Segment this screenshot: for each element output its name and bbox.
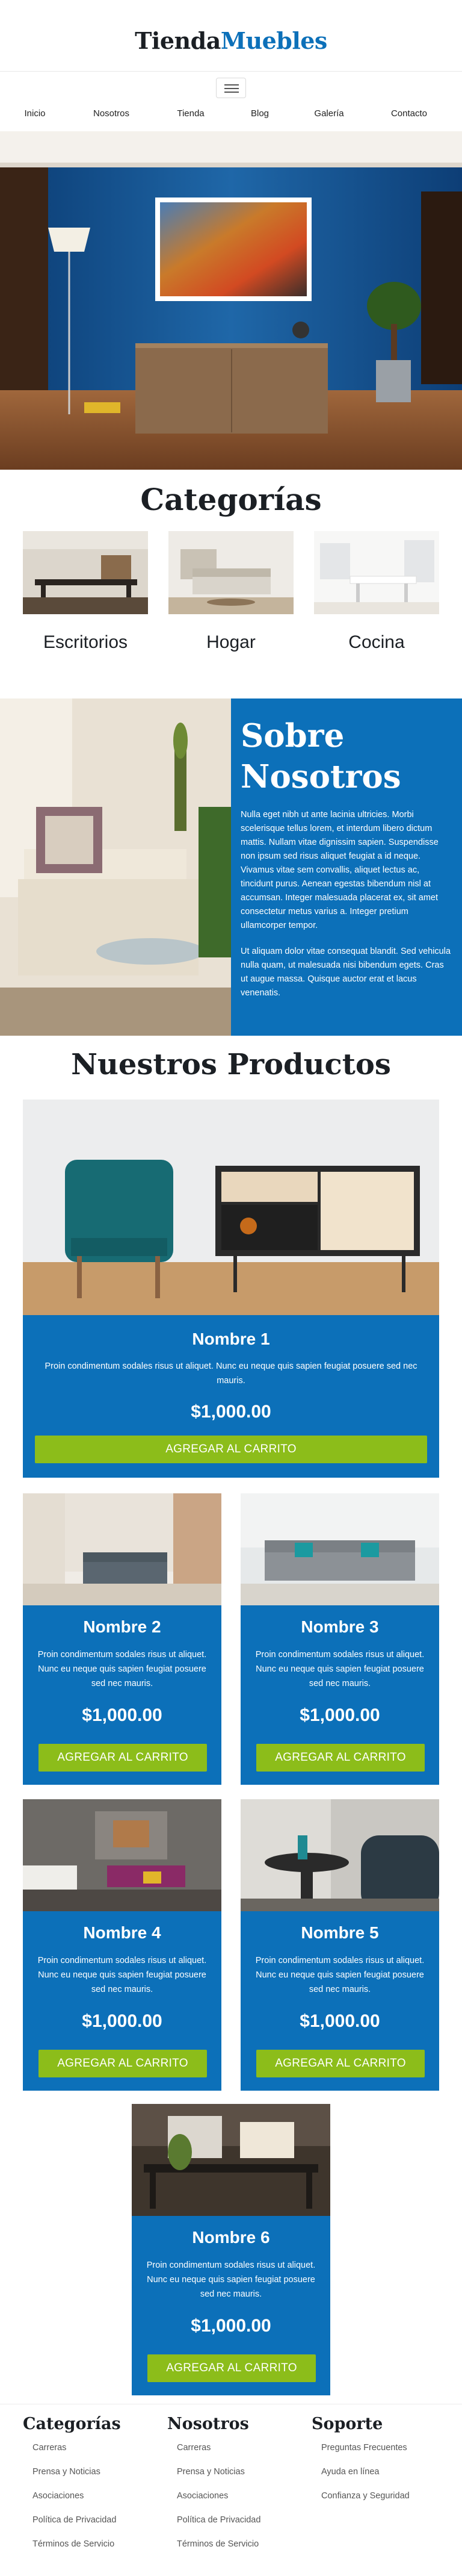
footer-link[interactable]: Asociaciones xyxy=(23,2491,121,2515)
category-label-hogar[interactable]: Hogar xyxy=(168,632,294,653)
footer-column-categorias: Categorías Carreras Prensa y Noticias As… xyxy=(23,2415,121,2563)
add-to-cart-button-4[interactable]: AGREGAR AL CARRITO xyxy=(38,2050,207,2077)
footer-link[interactable]: Términos de Servicio xyxy=(23,2539,121,2563)
footer-link[interactable]: Preguntas Frecuentes xyxy=(312,2443,410,2467)
product-name-2[interactable]: Nombre 2 xyxy=(23,1617,221,1637)
footer-link[interactable]: Carreras xyxy=(167,2443,260,2467)
add-to-cart-button-3[interactable]: AGREGAR AL CARRITO xyxy=(256,1744,425,1772)
product-name-3[interactable]: Nombre 3 xyxy=(241,1617,439,1637)
product-card-6: Nombre 6 Proin condimentum sodales risus… xyxy=(132,2104,330,2395)
product-desc-3: Proin condimentum sodales risus ut aliqu… xyxy=(255,1650,425,1688)
add-to-cart-button-6[interactable]: AGREGAR AL CARRITO xyxy=(147,2354,316,2382)
product-desc-6: Proin condimentum sodales risus ut aliqu… xyxy=(146,2260,316,2299)
about-section: Sobre Nosotros Nulla eget nibh ut ante l… xyxy=(231,698,462,1036)
add-to-cart-button-2[interactable]: AGREGAR AL CARRITO xyxy=(38,1744,207,1772)
product-image-5[interactable] xyxy=(241,1799,439,1911)
header-divider xyxy=(0,71,462,72)
product-name-6[interactable]: Nombre 6 xyxy=(132,2228,330,2247)
category-label-escritorios[interactable]: Escritorios xyxy=(23,632,148,653)
category-image-escritorios[interactable] xyxy=(23,531,148,614)
product-image-6[interactable] xyxy=(132,2104,330,2216)
product-desc-1: Proin condimentum sodales risus ut aliqu… xyxy=(45,1361,417,1386)
footer-link[interactable]: Ayuda en línea xyxy=(312,2467,410,2491)
product-desc-2: Proin condimentum sodales risus ut aliqu… xyxy=(37,1650,207,1688)
category-label-cocina[interactable]: Cocina xyxy=(314,632,439,653)
nav-nosotros[interactable]: Nosotros xyxy=(93,108,129,119)
product-price-2: $1,000.00 xyxy=(82,1705,162,1725)
product-price-4: $1,000.00 xyxy=(82,2011,162,2031)
product-image-3[interactable] xyxy=(241,1493,439,1605)
footer-link[interactable]: Prensa y Noticias xyxy=(167,2467,260,2491)
product-image-4[interactable] xyxy=(23,1799,221,1911)
nav-galeria[interactable]: Galería xyxy=(314,108,343,119)
about-image xyxy=(0,698,231,1036)
product-card-2: Nombre 2 Proin condimentum sodales risus… xyxy=(23,1493,221,1785)
footer-column-soporte: Soporte Preguntas Frecuentes Ayuda en lí… xyxy=(312,2415,410,2515)
logo-part-1: Tienda xyxy=(135,27,221,54)
nav-tienda[interactable]: Tienda xyxy=(177,108,204,119)
footer-link[interactable]: Confianza y Seguridad xyxy=(312,2491,410,2515)
product-name-1[interactable]: Nombre 1 xyxy=(23,1330,439,1349)
nav-contacto[interactable]: Contacto xyxy=(391,108,427,119)
footer-column-nosotros: Nosotros Carreras Prensa y Noticias Asoc… xyxy=(167,2415,260,2563)
product-desc-4: Proin condimentum sodales risus ut aliqu… xyxy=(37,1956,207,1994)
about-paragraph-2: Ut aliquam dolor vitae consequat blandit… xyxy=(241,947,451,998)
about-paragraph-1: Nulla eget nibh ut ante lacinia ultricie… xyxy=(241,810,439,930)
product-card-5: Nombre 5 Proin condimentum sodales risus… xyxy=(241,1799,439,2091)
footer-title-nosotros: Nosotros xyxy=(167,2415,249,2433)
product-card-3: Nombre 3 Proin condimentum sodales risus… xyxy=(241,1493,439,1785)
footer-link[interactable]: Asociaciones xyxy=(167,2491,260,2515)
category-image-hogar[interactable] xyxy=(168,531,294,614)
hero-image xyxy=(0,131,462,470)
product-price-6: $1,000.00 xyxy=(191,2316,271,2336)
product-price-1: $1,000.00 xyxy=(191,1402,271,1422)
site-logo[interactable]: TiendaMuebles xyxy=(0,27,462,54)
product-name-5[interactable]: Nombre 5 xyxy=(241,1923,439,1943)
product-price-5: $1,000.00 xyxy=(300,2011,380,2031)
product-card-1: Nombre 1 Proin condimentum sodales risus… xyxy=(23,1100,439,1478)
footer-link[interactable]: Política de Privacidad xyxy=(167,2515,260,2539)
footer-link[interactable]: Prensa y Noticias xyxy=(23,2467,121,2491)
about-title: Sobre Nosotros xyxy=(241,717,401,795)
nav-inicio[interactable]: Inicio xyxy=(24,108,45,119)
logo-part-2: Muebles xyxy=(220,27,327,54)
product-price-3: $1,000.00 xyxy=(300,1705,380,1725)
footer-title-categorias: Categorías xyxy=(23,2415,121,2433)
products-title: Nuestros Productos xyxy=(71,1048,391,1081)
product-desc-5: Proin condimentum sodales risus ut aliqu… xyxy=(255,1956,425,1994)
footer-title-soporte: Soporte xyxy=(312,2415,383,2433)
product-image-2[interactable] xyxy=(23,1493,221,1605)
footer-link[interactable]: Política de Privacidad xyxy=(23,2515,121,2539)
categories-title: Categorías xyxy=(140,482,322,517)
about-text: Nulla eget nibh ut ante lacinia ultricie… xyxy=(241,808,452,1000)
category-image-cocina[interactable] xyxy=(314,531,439,614)
footer-link[interactable]: Términos de Servicio xyxy=(167,2539,260,2563)
footer-link[interactable]: Carreras xyxy=(23,2443,121,2467)
menu-toggle-button[interactable] xyxy=(216,78,246,98)
product-image-1[interactable] xyxy=(23,1100,439,1315)
product-name-4[interactable]: Nombre 4 xyxy=(23,1923,221,1943)
hamburger-icon xyxy=(224,84,239,86)
add-to-cart-button-1[interactable]: AGREGAR AL CARRITO xyxy=(35,1436,427,1463)
add-to-cart-button-5[interactable]: AGREGAR AL CARRITO xyxy=(256,2050,425,2077)
product-card-4: Nombre 4 Proin condimentum sodales risus… xyxy=(23,1799,221,2091)
main-nav: Inicio Nosotros Tienda Blog Galería Cont… xyxy=(0,108,462,122)
nav-blog[interactable]: Blog xyxy=(251,108,269,119)
